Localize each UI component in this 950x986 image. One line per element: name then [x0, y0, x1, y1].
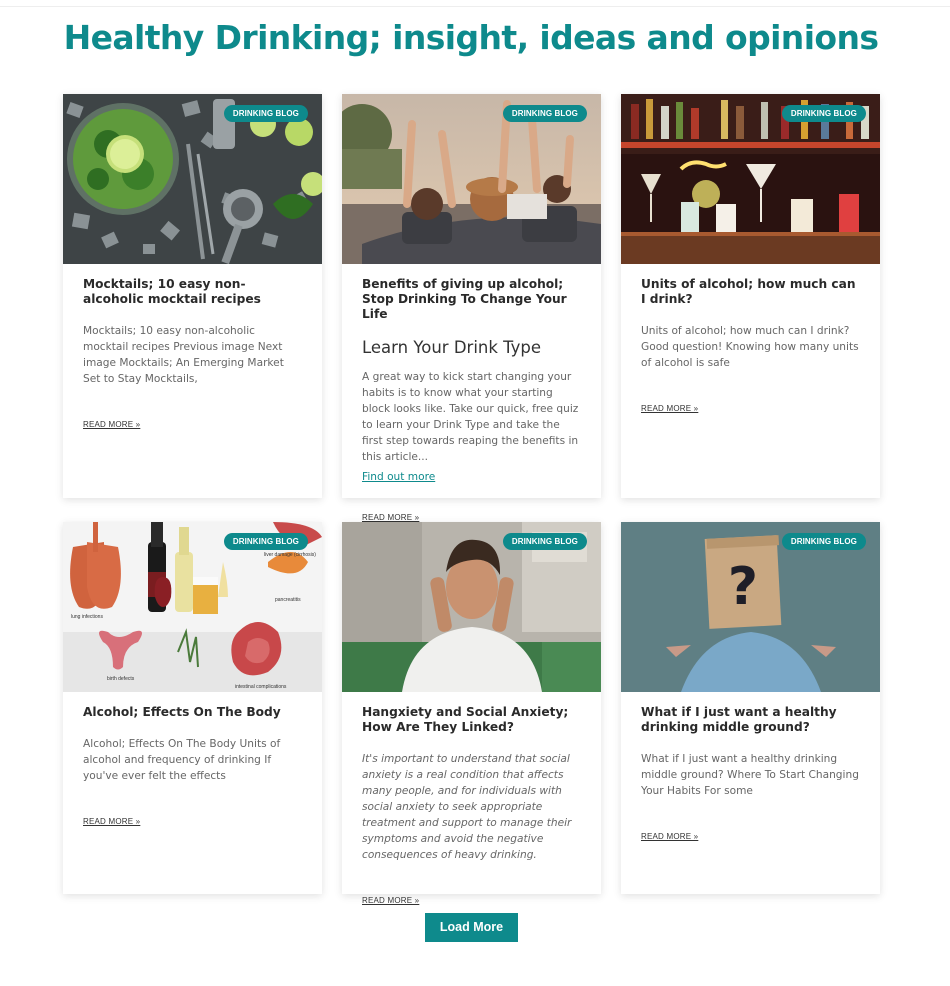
read-more-link[interactable]: READ MORE » — [83, 420, 140, 429]
card-title[interactable]: Hangxiety and Social Anxiety; How Are Th… — [362, 705, 581, 735]
image-label-liver: liver damage (cirrhosis) — [264, 552, 316, 558]
question-bag-image[interactable]: ? DRINKING BLOG — [621, 522, 880, 692]
category-badge[interactable]: DRINKING BLOG — [502, 533, 587, 550]
category-badge[interactable]: DRINKING BLOG — [223, 105, 308, 122]
read-more-link[interactable]: READ MORE » — [362, 896, 419, 905]
image-label-intestinal: intestinal complications — [235, 684, 287, 690]
read-more-link[interactable]: READ MORE » — [83, 817, 140, 826]
card-excerpt: Mocktails; 10 easy non-alcoholic mocktai… — [83, 325, 284, 385]
card-excerpt: A great way to kick start changing your … — [362, 371, 579, 463]
blog-card-effects: DRINKING BLOG liver damage (cirrhosis) l… — [63, 522, 322, 894]
card-excerpt: Units of alcohol; how much can I drink? … — [641, 325, 859, 369]
blog-card-mocktails: DRINKING BLOG Mocktails; 10 easy non-alc… — [63, 94, 322, 498]
blog-card-benefits: DRINKING BLOG Benefits of giving up alco… — [342, 94, 601, 522]
card-title[interactable]: Units of alcohol; how much can I drink? — [641, 277, 860, 307]
blog-card-units: DRINKING BLOG Units of alcohol; how much… — [621, 94, 880, 498]
card-title[interactable]: Mocktails; 10 easy non-alcoholic mocktai… — [83, 277, 302, 307]
category-badge[interactable]: DRINKING BLOG — [502, 105, 587, 122]
blog-card-middle-ground: ? DRINKING BLOG What if I just want a he… — [621, 522, 880, 894]
card-excerpt: What if I just want a healthy drinking m… — [641, 753, 859, 797]
card-excerpt: Alcohol; Effects On The Body Units of al… — [83, 738, 281, 782]
body-effects-image[interactable]: DRINKING BLOG liver damage (cirrhosis) l… — [63, 522, 322, 692]
image-label-birth: birth defects — [107, 676, 135, 682]
category-badge[interactable]: DRINKING BLOG — [781, 105, 866, 122]
mocktail-image[interactable]: DRINKING BLOG — [63, 94, 322, 264]
card-title[interactable]: Alcohol; Effects On The Body — [83, 705, 302, 720]
read-more-link[interactable]: READ MORE » — [362, 513, 419, 522]
load-more-button[interactable]: Load More — [425, 913, 518, 942]
read-more-link[interactable]: READ MORE » — [641, 404, 698, 413]
top-divider — [0, 6, 950, 7]
convertible-friends-image[interactable]: DRINKING BLOG — [342, 94, 601, 264]
card-title[interactable]: Benefits of giving up alcohol; Stop Drin… — [362, 277, 581, 322]
page-title: Healthy Drinking; insight, ideas and opi… — [63, 18, 879, 57]
category-badge[interactable]: DRINKING BLOG — [223, 533, 308, 550]
svg-text:?: ? — [728, 557, 758, 617]
category-badge[interactable]: DRINKING BLOG — [781, 533, 866, 550]
image-label-pancreas: pancreatitis — [275, 597, 301, 603]
card-excerpt: It's important to understand that social… — [362, 753, 572, 861]
image-label-lung: lung infections — [71, 614, 103, 620]
card-title[interactable]: What if I just want a healthy drinking m… — [641, 705, 860, 735]
bar-cocktails-image[interactable]: DRINKING BLOG — [621, 94, 880, 264]
card-subheading: Learn Your Drink Type — [362, 338, 542, 357]
find-out-more-link[interactable]: Find out more — [362, 469, 435, 485]
read-more-link[interactable]: READ MORE » — [641, 832, 698, 841]
anxious-man-image[interactable]: DRINKING BLOG — [342, 522, 601, 692]
blog-card-hangxiety: DRINKING BLOG Hangxiety and Social Anxie… — [342, 522, 601, 905]
